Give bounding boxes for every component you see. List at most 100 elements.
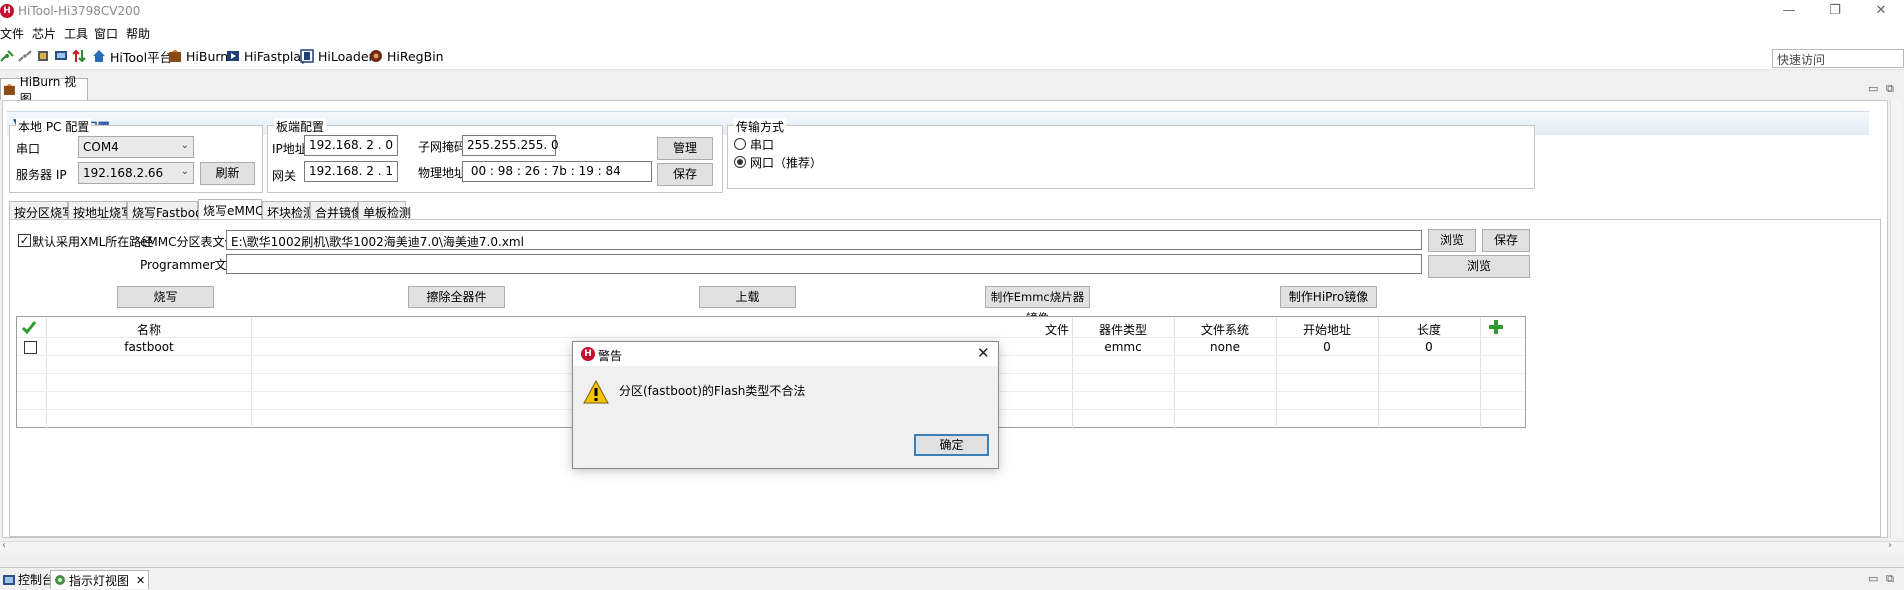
connect-icon[interactable] bbox=[0, 49, 14, 63]
tab-fastboot-burn[interactable]: 烧写Fastboot bbox=[127, 201, 207, 221]
col-length-header: 长度 bbox=[1416, 323, 1441, 337]
warning-dialog: H 警告 ✕ 分区(fastboot)的Flash类型不合法 确定 bbox=[572, 341, 999, 469]
board-config-group: 板端配置 IP地址 192.168. 2 . 0 网关 192.168. 2 .… bbox=[267, 118, 723, 193]
app-logo-icon: H bbox=[581, 347, 595, 361]
tab-merge-image[interactable]: 合并镜像 bbox=[310, 201, 363, 221]
app-logo-icon: H bbox=[0, 4, 14, 18]
partition-save-button[interactable]: 保存 bbox=[1482, 229, 1530, 252]
hifastplay-button[interactable]: HiFastplay bbox=[226, 47, 308, 65]
warning-icon bbox=[583, 380, 609, 404]
console-tab-label: 控制台 bbox=[18, 573, 55, 587]
refresh-button[interactable]: 刷新 bbox=[200, 162, 255, 185]
tab-address-burn[interactable]: 按地址烧写 bbox=[68, 201, 133, 221]
vertical-scrollbar[interactable] bbox=[1890, 100, 1902, 538]
upload-button[interactable]: 上载 bbox=[699, 286, 796, 308]
dialog-title: 警告 bbox=[598, 349, 623, 363]
bottom-minimize-icon[interactable]: ▭ bbox=[1868, 572, 1878, 585]
tab-partition-burn[interactable]: 按分区烧写 bbox=[9, 201, 74, 221]
hiregbin-button[interactable]: HiRegBin bbox=[369, 47, 444, 65]
row-filesystem: none bbox=[1210, 340, 1240, 354]
make-emmc-image-button[interactable]: 制作Emmc烧片器镜像 bbox=[985, 286, 1090, 325]
serial-radio[interactable] bbox=[734, 138, 746, 150]
minimize-button[interactable]: — bbox=[1766, 0, 1812, 22]
restore-button[interactable]: ❐ bbox=[1812, 0, 1858, 22]
partition-file-label: eMMC分区表文件 bbox=[140, 235, 237, 249]
loader-icon bbox=[300, 49, 314, 63]
horizontal-scrollbar[interactable]: ‹ › bbox=[0, 540, 1904, 553]
serial-port-select[interactable]: COM4 ⌄ bbox=[78, 136, 194, 158]
window-title: HiTool-Hi3798CV200 bbox=[18, 4, 141, 18]
hiloader-button[interactable]: HiLoader bbox=[300, 47, 374, 65]
mac-address-field[interactable]: 00 : 98 : 26 : 7b : 19 : 84 bbox=[462, 161, 652, 182]
server-ip-select[interactable]: 192.168.2.66 ⌄ bbox=[78, 162, 194, 184]
hiburn-view-tab[interactable]: HiBurn 视图 bbox=[0, 75, 88, 106]
toolbar: HiTool平台 HiBurn HiFastplay HiLoader HiRe… bbox=[0, 42, 1904, 70]
burn-icon bbox=[169, 50, 181, 62]
local-pc-group: 本地 PC 配置 串口 COM4 ⌄ 服务器 IP 192.168.2.66 ⌄… bbox=[9, 118, 263, 193]
board-config-group-title: 板端配置 bbox=[274, 118, 327, 135]
tab-badblock-check[interactable]: 坏块检测 bbox=[262, 201, 315, 221]
dialog-message: 分区(fastboot)的Flash类型不合法 bbox=[619, 384, 806, 398]
row-length: 0 bbox=[1425, 340, 1433, 354]
burn-button[interactable]: 烧写 bbox=[117, 286, 214, 308]
bottom-tab-row: 控制台 指示灯视图 ✕ ▭ ⧉ bbox=[0, 567, 1904, 590]
serial-radio-label: 串口 bbox=[750, 138, 775, 152]
row-device-type: emmc bbox=[1104, 340, 1142, 354]
select-all-check-icon[interactable] bbox=[21, 319, 37, 335]
chip-config-icon[interactable] bbox=[36, 49, 50, 63]
dialog-body: 分区(fastboot)的Flash类型不合法 确定 bbox=[573, 366, 998, 468]
bottom-maximize-icon[interactable]: ⧉ bbox=[1886, 572, 1894, 586]
console-tab[interactable]: 控制台 bbox=[0, 570, 57, 589]
erase-all-button[interactable]: 擦除全器件 bbox=[408, 286, 505, 308]
row-start-addr: 0 bbox=[1323, 340, 1331, 354]
scroll-right-icon[interactable]: › bbox=[1888, 540, 1892, 551]
view-minimize-icon[interactable]: ▭ bbox=[1868, 82, 1878, 95]
col-device-type-header: 器件类型 bbox=[1098, 323, 1147, 337]
ip-address-field[interactable]: 192.168. 2 . 0 bbox=[304, 135, 398, 156]
partition-file-field[interactable]: E:\歌华1002刷机\歌华1002海美迪7.0\海美迪7.0.xml bbox=[226, 230, 1422, 250]
network-radio-label: 网口（推荐） bbox=[750, 156, 823, 170]
close-button[interactable]: ✕ bbox=[1858, 0, 1904, 22]
make-hipro-image-button[interactable]: 制作HiPro镜像 bbox=[1280, 286, 1377, 308]
menu-file[interactable]: 文件 bbox=[0, 25, 24, 42]
partition-browse-button[interactable]: 浏览 bbox=[1428, 229, 1476, 252]
tab-board-check[interactable]: 单板检测 bbox=[358, 201, 411, 221]
view-maximize-icon[interactable]: ⧉ bbox=[1886, 82, 1894, 96]
board-save-button[interactable]: 保存 bbox=[657, 163, 713, 186]
menu-bar: 文件 芯片 工具 窗口 帮助 bbox=[0, 22, 1904, 42]
row-checkbox[interactable] bbox=[24, 341, 37, 354]
menu-help[interactable]: 帮助 bbox=[126, 25, 150, 42]
default-xml-checkbox[interactable]: ✓ bbox=[18, 234, 31, 247]
programmer-browse-button[interactable]: 浏览 bbox=[1428, 255, 1530, 278]
disconnect-icon[interactable] bbox=[18, 49, 32, 63]
gateway-field[interactable]: 192.168. 2 . 1 bbox=[304, 161, 398, 182]
dialog-close-icon[interactable]: ✕ bbox=[977, 344, 990, 362]
tab-emmc-burn[interactable]: 烧写eMMC bbox=[198, 199, 263, 221]
scroll-left-icon[interactable]: ‹ bbox=[2, 540, 6, 551]
subnet-mask-field[interactable]: 255.255.255. 0 bbox=[462, 135, 559, 156]
indicator-view-tab[interactable]: 指示灯视图 ✕ bbox=[50, 570, 150, 589]
transfer-arrows-icon[interactable] bbox=[72, 49, 86, 63]
tab-close-icon[interactable]: ✕ bbox=[136, 574, 145, 587]
hiburn-button[interactable]: HiBurn bbox=[168, 47, 228, 65]
chevron-down-icon: ⌄ bbox=[180, 140, 189, 151]
console-icon bbox=[3, 574, 15, 585]
indicator-view-tab-label: 指示灯视图 bbox=[69, 573, 130, 588]
manage-button[interactable]: 管理 bbox=[657, 137, 713, 160]
home-icon bbox=[93, 50, 105, 62]
quick-access-input[interactable]: 快速访问 bbox=[1772, 49, 1904, 68]
ok-button[interactable]: 确定 bbox=[914, 434, 989, 456]
menu-window[interactable]: 窗口 bbox=[94, 25, 118, 42]
hitool-platform-button[interactable]: HiTool平台 bbox=[92, 47, 172, 65]
menu-chip[interactable]: 芯片 bbox=[32, 25, 56, 42]
mac-address-label: 物理地址 bbox=[418, 166, 467, 180]
programmer-file-field[interactable] bbox=[226, 254, 1422, 274]
col-start-addr-header: 开始地址 bbox=[1302, 323, 1351, 337]
network-radio[interactable] bbox=[734, 156, 746, 168]
add-row-plus-icon[interactable] bbox=[1489, 320, 1503, 334]
hitool-platform-label: HiTool平台 bbox=[110, 49, 173, 65]
ip-address-label: IP地址 bbox=[272, 142, 307, 156]
burn-icon bbox=[3, 84, 15, 95]
terminal-icon[interactable] bbox=[54, 49, 68, 63]
menu-tools[interactable]: 工具 bbox=[64, 25, 88, 42]
